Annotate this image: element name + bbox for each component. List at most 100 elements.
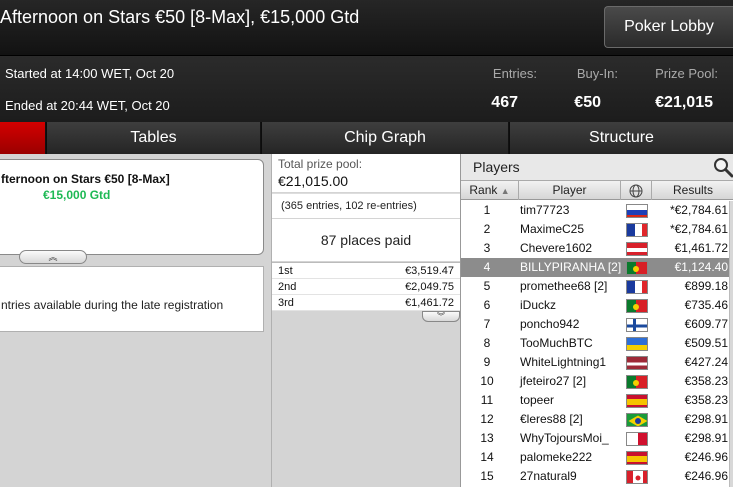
br-flag-icon <box>626 413 648 427</box>
fi-flag-icon <box>626 318 648 332</box>
players-pane: Players Rank ▲ Player Results 1 tim77723… <box>460 154 733 487</box>
ended-time: Ended at 20:44 WET, Oct 20 <box>5 98 170 113</box>
player-name: tim77723 <box>520 203 570 217</box>
player-row[interactable]: 12 €leres88 [2] €298.91 <box>461 410 733 429</box>
player-result: €298.91 <box>684 412 728 426</box>
player-row[interactable]: 1 tim77723 *€2,784.61 <box>461 201 733 220</box>
tournament-card: fternoon on Stars €50 [8-Max] €15,000 Gt… <box>0 159 264 264</box>
sort-ascending-icon: ▲ <box>500 186 510 196</box>
player-row[interactable]: 4 BILLYPIRANHA [2] €1,124.40 <box>461 258 733 277</box>
entries-note-box: (365 entries, 102 re-entries) <box>272 193 460 218</box>
player-rank: 2 <box>483 222 491 236</box>
player-name: promethee68 [2] <box>520 279 608 293</box>
players-list: 1 tim77723 *€2,784.61 2 MaximeC25 *€2,784.61 3… <box>461 201 733 486</box>
player-result: €735.46 <box>684 298 728 312</box>
player-name: TooMuchBTC <box>520 336 593 350</box>
late-registration-text: ntries available during the late registr… <box>1 298 224 312</box>
player-name: BILLYPIRANHA [2] <box>520 260 622 274</box>
ru-flag-icon <box>626 204 648 218</box>
lv-flag-icon <box>626 356 648 370</box>
player-name: poncho942 <box>520 317 580 331</box>
players-header: Players <box>461 154 733 180</box>
player-row[interactable]: 6 iDuckz €735.46 <box>461 296 733 315</box>
tournament-details-pane: fternoon on Stars €50 [8-Max] €15,000 Gt… <box>0 154 270 487</box>
player-row[interactable]: 2 MaximeC25 *€2,784.61 <box>461 220 733 239</box>
player-rank: 15 <box>480 469 494 483</box>
title-bar: Afternoon on Stars €50 [8-Max], €15,000 … <box>0 0 733 55</box>
ua-flag-icon <box>626 337 648 351</box>
players-column-header: Rank ▲ Player Results <box>461 180 733 200</box>
player-row[interactable]: 14 palomeke222 €246.96 <box>461 448 733 467</box>
expand-down-icon[interactable]: ︾ <box>422 311 460 322</box>
player-result: *€2,784.61 <box>669 203 728 217</box>
payout-row: 1st €3,519.47 <box>272 263 460 279</box>
player-result: *€2,784.61 <box>669 222 728 236</box>
window-title: Afternoon on Stars €50 [8-Max], €15,000 … <box>0 7 360 27</box>
player-name: WhiteLightning1 <box>520 355 607 369</box>
player-row[interactable]: 9 WhiteLightning1 €427.24 <box>461 353 733 372</box>
players-title: Players <box>473 159 520 175</box>
player-rank: 1 <box>483 203 491 217</box>
player-row[interactable]: 3 Chevere1602 €1,461.72 <box>461 239 733 258</box>
prize-pool-box: Total prize pool: €21,015.00 <box>272 154 460 192</box>
pt-flag-icon <box>626 299 648 313</box>
player-rank: 5 <box>483 279 491 293</box>
guarantee-label: €15,000 Gtd <box>43 188 111 202</box>
player-result: €358.23 <box>684 393 728 407</box>
player-row[interactable]: 5 promethee68 [2] €899.18 <box>461 277 733 296</box>
player-name: jfeteiro27 [2] <box>520 374 587 388</box>
player-name: 27natural9 <box>520 469 577 483</box>
search-icon[interactable] <box>712 156 733 178</box>
late-registration-box: ntries available during the late registr… <box>0 266 264 332</box>
payout-place: 1st <box>278 265 293 277</box>
payout-row: 2nd €2,049.75 <box>272 279 460 295</box>
prize-pool-value: €21,015 <box>655 94 713 111</box>
tab-bar: Tables Chip Graph Structure <box>0 122 733 154</box>
player-row[interactable]: 10 jfeteiro27 [2] €358.23 <box>461 372 733 391</box>
payout-place: 3rd <box>278 297 294 309</box>
player-rank: 3 <box>483 241 491 255</box>
fr-flag-icon <box>626 280 648 294</box>
prize-pool-label: Prize Pool: <box>655 66 718 81</box>
player-row[interactable]: 7 poncho942 €609.77 <box>461 315 733 334</box>
player-name: iDuckz <box>520 298 557 312</box>
country-column-header[interactable] <box>621 181 652 200</box>
player-rank: 4 <box>483 260 491 274</box>
player-result: €246.96 <box>684 469 728 483</box>
tournament-info-bar: Started at 14:00 WET, Oct 20 Ended at 20… <box>0 55 733 122</box>
player-rank: 6 <box>483 298 491 312</box>
es-flag-icon <box>626 394 648 408</box>
player-name: topeer <box>520 393 555 407</box>
scrollbar[interactable] <box>729 201 733 487</box>
rank-column-header[interactable]: Rank ▲ <box>461 181 519 200</box>
expand-up-icon[interactable]: ︽ <box>19 250 87 264</box>
fr-flag-icon <box>626 223 648 237</box>
player-rank: 9 <box>483 355 491 369</box>
entries-label: Entries: <box>492 66 537 81</box>
payout-amount: €3,519.47 <box>405 265 454 277</box>
player-name: WhyTojoursMoi_ <box>520 431 609 445</box>
tab-tables[interactable]: Tables <box>46 122 260 154</box>
player-name: palomeke222 <box>520 450 593 464</box>
player-result: €1,461.72 <box>674 241 728 255</box>
tab-structure[interactable]: Structure <box>509 122 733 154</box>
player-row[interactable]: 11 topeer €358.23 <box>461 391 733 410</box>
player-name: Chevere1602 <box>520 241 593 255</box>
player-row[interactable]: 15 27natural9 €246.96 <box>461 467 733 486</box>
started-time: Started at 14:00 WET, Oct 20 <box>5 66 175 81</box>
pt-flag-icon <box>626 261 648 275</box>
mt-flag-icon <box>626 432 648 446</box>
tab-info[interactable] <box>0 122 45 154</box>
total-prize-value: €21,015.00 <box>278 173 349 189</box>
tab-chip-graph[interactable]: Chip Graph <box>261 122 508 154</box>
places-paid: 87 places paid <box>320 232 412 248</box>
player-row[interactable]: 13 WhyTojoursMoi_ €298.91 <box>461 429 733 448</box>
player-result: €1,124.40 <box>674 260 728 274</box>
player-row[interactable]: 8 TooMuchBTC €509.51 <box>461 334 733 353</box>
player-result: €509.51 <box>684 336 728 350</box>
es-flag-icon <box>626 451 648 465</box>
entries-value: 467 <box>491 94 518 111</box>
results-column-header[interactable]: Results <box>652 181 733 200</box>
player-column-header[interactable]: Player <box>519 181 621 200</box>
poker-lobby-button[interactable]: Poker Lobby <box>604 6 733 48</box>
